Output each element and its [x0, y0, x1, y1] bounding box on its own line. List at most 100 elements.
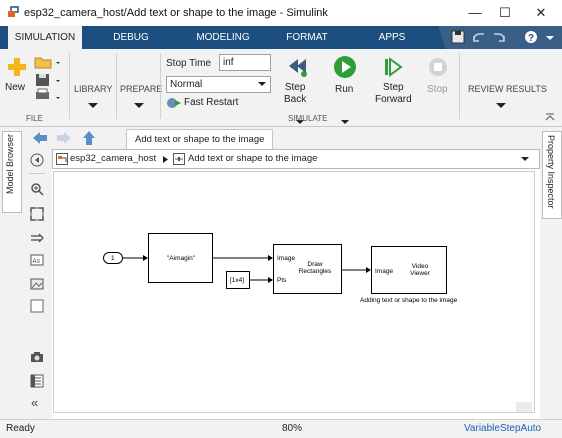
signal-arrow-icon[interactable] [30, 231, 44, 245]
inport-block[interactable]: 1 [103, 252, 123, 264]
zoom-level[interactable]: 80% [282, 423, 302, 434]
back-arrow-icon[interactable] [32, 131, 48, 145]
collapse-toolbar-icon[interactable]: « [31, 395, 38, 410]
viewer-caption: Adding text or shape to the image [360, 297, 458, 304]
model-icon [56, 153, 68, 165]
chevron-down-icon[interactable] [134, 103, 144, 109]
status-text: Ready [6, 423, 35, 434]
breadcrumb: esp32_camera_host Add text or shape to t… [52, 149, 540, 169]
print-icon[interactable] [36, 88, 49, 99]
constant-1x4-value: [1x4] [230, 277, 245, 284]
chevron-down-icon[interactable] [88, 103, 98, 109]
close-button[interactable]: ✕ [524, 3, 558, 23]
up-arrow-icon[interactable] [82, 130, 96, 146]
inport-number: 1 [111, 255, 115, 262]
chevron-down-icon[interactable] [496, 103, 506, 109]
solver-link[interactable]: VariableStepAuto [464, 423, 541, 434]
fit-to-view-icon[interactable] [30, 207, 44, 221]
review-results-button[interactable]: REVIEW RESULTS [468, 84, 547, 94]
chevron-down-icon[interactable] [56, 80, 60, 82]
annotation-icon[interactable]: A≡ [30, 253, 44, 267]
forward-arrow-icon[interactable] [56, 131, 72, 145]
property-inspector-label: Property Inspector [546, 135, 556, 209]
simulink-icon [8, 6, 19, 17]
chevron-down-icon[interactable] [56, 97, 60, 99]
open-icon[interactable] [34, 57, 52, 69]
chevron-down-icon[interactable] [521, 157, 529, 162]
draw-port-pts: Pts [277, 277, 287, 284]
zoom-icon[interactable] [30, 182, 44, 196]
step-forward-icon[interactable] [382, 56, 404, 78]
model-canvas[interactable]: 1 "Aimagin" Image Pts Draw Rectangles [1… [53, 171, 535, 413]
simulation-mode-value: Normal [170, 79, 203, 90]
title-bar: esp32_camera_host/Add text or shape to t… [0, 0, 562, 26]
tab-format[interactable]: FORMAT [282, 26, 332, 49]
divider [160, 53, 161, 119]
model-data-icon[interactable] [30, 374, 44, 388]
ribbon: New FILE LIBRARY PREPARE Stop Time inf N… [0, 49, 562, 127]
minimize-button[interactable]: — [458, 3, 492, 23]
save-icon[interactable] [36, 74, 49, 86]
constant-value: "Aimagin" [167, 255, 196, 262]
fast-restart-icon [167, 98, 181, 108]
divider [116, 53, 117, 119]
tab-modeling[interactable]: MODELING [188, 26, 258, 49]
step-forward-button[interactable]: Step Forward [375, 82, 412, 106]
new-icon[interactable] [6, 56, 28, 78]
status-bar: Ready 80% VariableStepAuto [0, 419, 562, 438]
stop-time-field[interactable]: inf [219, 54, 271, 71]
chevron-down-icon [258, 82, 266, 86]
chevron-right-icon [163, 156, 168, 163]
step-back-button[interactable]: Step Back [284, 82, 306, 106]
constant-block-aimagin[interactable]: "Aimagin" [148, 233, 213, 283]
viewer-port-image: Image [375, 268, 394, 275]
video-viewer-title: Video Viewer [410, 263, 430, 277]
property-inspector-tab[interactable]: Property Inspector [542, 131, 562, 219]
file-group-label: FILE [26, 114, 43, 123]
video-viewer-block[interactable]: Image Video Viewer [371, 246, 447, 294]
model-browser-tab[interactable]: Model Browser [2, 131, 22, 213]
quick-access-toolbar: ? [438, 26, 562, 49]
ribbon-tabs: SIMULATION DEBUG MODELING FORMAT APPS ? [0, 26, 562, 49]
model-browser-label: Model Browser [5, 134, 15, 195]
stop-icon [429, 58, 447, 76]
stop-button[interactable]: Stop [427, 84, 448, 95]
breadcrumb-root[interactable]: esp32_camera_host [70, 153, 156, 164]
resize-grip-icon [516, 402, 532, 412]
draw-rectangles-block[interactable]: Image Pts Draw Rectangles [273, 244, 342, 294]
tab-debug[interactable]: DEBUG [108, 26, 154, 49]
window-title: esp32_camera_host/Add text or shape to t… [24, 7, 328, 19]
step-back-icon[interactable] [287, 56, 309, 78]
constant-block-1x4[interactable]: [1x4] [226, 271, 250, 289]
library-button[interactable]: LIBRARY [74, 84, 112, 94]
right-panel: Property Inspector [540, 127, 562, 419]
chevron-down-icon[interactable] [341, 120, 349, 125]
svg-text:?: ? [528, 33, 534, 44]
new-button[interactable]: New [5, 82, 25, 93]
tab-apps[interactable]: APPS [372, 26, 412, 49]
left-panel: Model Browser [0, 127, 22, 419]
prepare-button[interactable]: PREPARE [120, 84, 162, 94]
navigation-bar: Add text or shape to the image [22, 127, 540, 149]
simulation-mode-select[interactable]: Normal [166, 76, 271, 93]
tab-simulation[interactable]: SIMULATION [8, 26, 82, 49]
divider [29, 173, 45, 174]
maximize-button[interactable]: ☐ [488, 3, 522, 23]
model-tab[interactable]: Add text or shape to the image [126, 129, 274, 149]
breadcrumb-current[interactable]: Add text or shape to the image [188, 153, 317, 164]
stop-time-label: Stop Time [166, 58, 212, 69]
hide-browser-icon[interactable] [30, 153, 44, 167]
divider [459, 53, 460, 119]
camera-icon[interactable] [30, 350, 44, 364]
draw-rectangles-title: Draw Rectangles [298, 261, 332, 275]
image-icon[interactable] [30, 277, 44, 291]
collapse-ribbon-icon[interactable] [545, 113, 555, 121]
svg-text:A≡: A≡ [33, 259, 41, 265]
run-button[interactable]: Run [335, 84, 353, 95]
canvas-toolbar: A≡ « [22, 149, 52, 419]
save-icon[interactable] [451, 30, 465, 44]
run-icon[interactable] [333, 55, 357, 79]
fast-restart-button[interactable]: Fast Restart [184, 97, 238, 108]
area-icon[interactable] [30, 299, 44, 313]
chevron-down-icon[interactable] [56, 62, 60, 64]
